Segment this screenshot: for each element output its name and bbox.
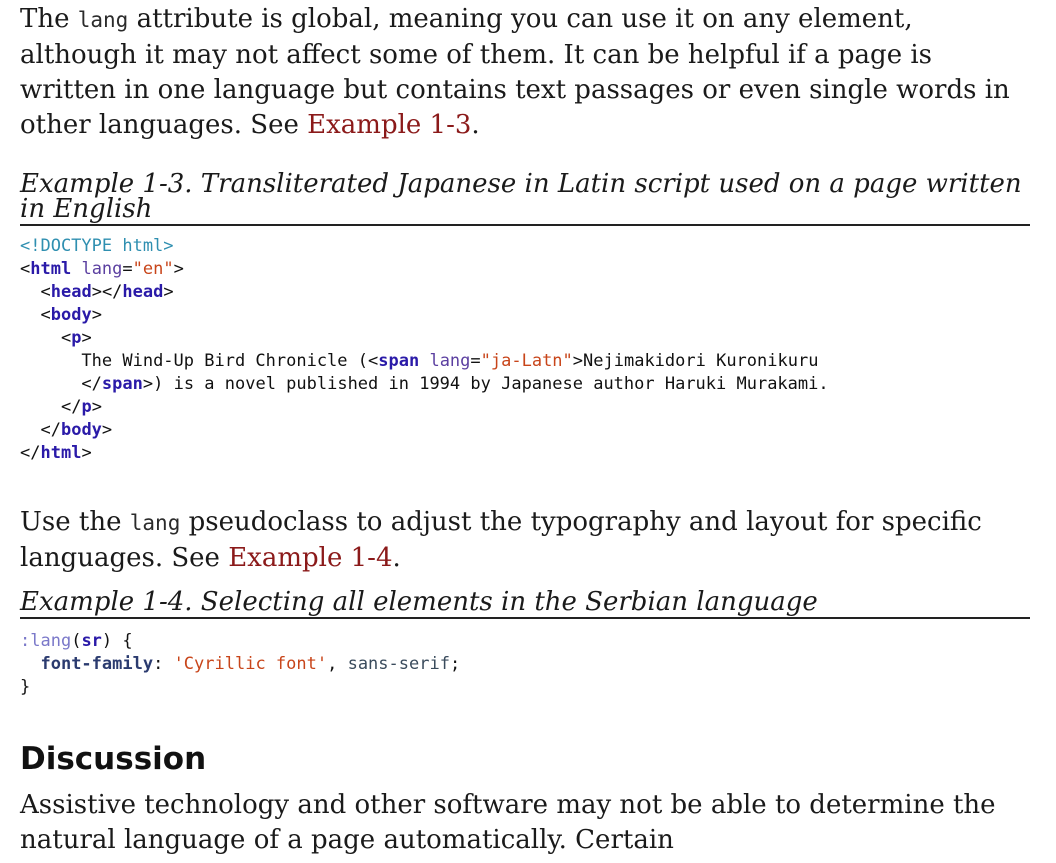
example-1-3-block: Example 1-3. Transliterated Japanese in … <box>20 171 1030 226</box>
lang-value-token: "ja-Latn" <box>480 351 573 371</box>
pseudo-class-token: :lang <box>20 631 72 651</box>
body-tag-token: body <box>50 305 92 325</box>
property-token: font-family <box>40 654 154 674</box>
example-1-4-code-block: :lang(sr) { font-family: 'Cyrillic font'… <box>20 630 1030 699</box>
paragraph-text: Use the <box>20 507 130 537</box>
discussion-heading: Discussion <box>20 741 207 777</box>
head-tag-token: head <box>50 282 92 302</box>
identifier-token: sans-serif <box>347 654 450 674</box>
code-text: ) is a novel published in 1994 by Japane… <box>153 374 829 394</box>
p-tag-token: p <box>71 328 82 348</box>
example-1-4-link[interactable]: Example 1-4 <box>228 543 392 573</box>
example-1-4-block: Example 1-4. Selecting all elements in t… <box>20 589 1030 619</box>
code-text: The Wind-Up Bird Chronicle ( <box>81 351 368 371</box>
second-paragraph-block: Use the lang pseudoclass to adjust the t… <box>20 505 1030 576</box>
example-1-3-code: <!DOCTYPE html> <html lang="en"> <head><… <box>20 236 829 463</box>
example-1-4-caption: Example 1-4. Selecting all elements in t… <box>20 589 1030 619</box>
discussion-paragraph: Assistive technology and other software … <box>20 790 996 855</box>
example-1-3-code-block: <!DOCTYPE html> <html lang="en"> <head><… <box>20 235 1030 465</box>
span-tag-token: span <box>378 351 420 371</box>
intro-paragraph: The lang attribute is global, meaning yo… <box>20 2 1030 143</box>
paragraph-text: . <box>392 543 401 573</box>
code-text: Nejimakidori Kuronikuru <box>583 351 819 371</box>
html-tag-token: html <box>30 259 72 279</box>
lang-value-token: "en" <box>132 259 174 279</box>
example-1-3-caption: Example 1-3. Transliterated Japanese in … <box>20 171 1030 226</box>
inline-code-lang: lang <box>77 8 129 32</box>
string-token: 'Cyrillic font' <box>173 654 328 674</box>
lang-attr-token: lang <box>81 259 123 279</box>
lang-arg-token: sr <box>81 631 102 651</box>
discussion-paragraph-block: Assistive technology and other software … <box>20 788 1030 858</box>
paragraph-text: The <box>20 4 78 34</box>
example-1-4-code: :lang(sr) { font-family: 'Cyrillic font'… <box>20 631 461 697</box>
intro-paragraph-block: The lang attribute is global, meaning yo… <box>20 2 1030 143</box>
paragraph-text: attribute is global, meaning you can use… <box>20 4 1010 140</box>
second-paragraph: Use the lang pseudoclass to adjust the t… <box>20 505 1030 576</box>
discussion-heading-block: Discussion <box>20 741 1030 777</box>
doctype-token: <!DOCTYPE html> <box>20 236 174 256</box>
paragraph-text: . <box>471 110 480 140</box>
document-page: The lang attribute is global, meaning yo… <box>0 0 1056 863</box>
inline-code-lang: lang <box>129 511 181 535</box>
example-1-3-link[interactable]: Example 1-3 <box>307 110 471 140</box>
